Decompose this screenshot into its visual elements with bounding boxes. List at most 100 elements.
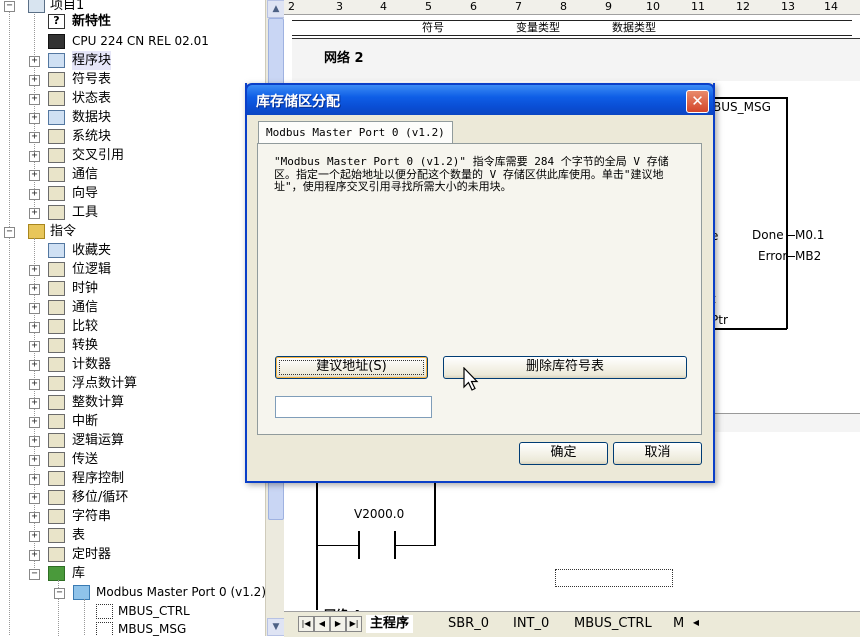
dialog-tab-panel: "Modbus Master Port 0 (v1.2)" 指令库需要 284 … <box>257 143 702 435</box>
tree-item-label: 交叉引用 <box>72 148 125 163</box>
tree-item-label: 状态表 <box>72 91 112 106</box>
instruction-folder-icon <box>48 509 65 524</box>
expand-icon[interactable]: + <box>29 189 40 200</box>
ok-button[interactable]: 确定 <box>519 442 608 465</box>
pin-error: Error <box>758 249 788 263</box>
collapse-icon[interactable]: − <box>4 227 15 238</box>
expand-icon[interactable]: + <box>29 379 40 390</box>
expand-icon[interactable]: + <box>29 417 40 428</box>
expand-icon[interactable]: + <box>29 151 40 162</box>
tab-mbus-ctrl[interactable]: MBUS_CTRL <box>570 615 656 633</box>
instruction-folder-icon <box>48 338 65 353</box>
program-block-icon <box>48 53 65 68</box>
expand-icon[interactable]: + <box>29 531 40 542</box>
expand-icon[interactable]: + <box>29 455 40 466</box>
status-table-icon <box>48 91 65 106</box>
expand-icon[interactable]: + <box>29 341 40 352</box>
contact-address[interactable]: V2000.0 <box>354 507 404 521</box>
collapse-icon[interactable]: − <box>4 1 15 12</box>
scroll-up-icon[interactable]: ▲ <box>267 0 285 18</box>
next-tab-icon[interactable]: ▶ <box>330 616 346 632</box>
instruction-folder-icon <box>48 471 65 486</box>
dialog-title-bar[interactable]: 库存储区分配 ✕ <box>245 83 715 115</box>
instruction-folder-icon <box>48 319 65 334</box>
instruction-folder-icon <box>48 395 65 410</box>
data-block-icon <box>48 110 65 125</box>
system-block-icon <box>48 129 65 144</box>
collapse-icon[interactable]: − <box>29 569 40 580</box>
collapse-icon[interactable]: − <box>54 588 65 599</box>
tab-sbr-0[interactable]: SBR_0 <box>444 615 493 633</box>
expand-icon[interactable]: + <box>29 208 40 219</box>
expand-icon[interactable]: + <box>29 493 40 504</box>
output-done-address[interactable]: M0.1 <box>795 228 824 242</box>
expand-icon[interactable]: + <box>29 436 40 447</box>
tree-item-label: MBUS_MSG <box>118 622 187 636</box>
tab-modbus-master[interactable]: Modbus Master Port 0 (v1.2) <box>258 121 453 144</box>
tree-item-label: 比较 <box>72 319 99 334</box>
first-tab-icon[interactable]: |◀ <box>298 616 314 632</box>
timer-icon <box>48 547 65 562</box>
delete-library-symbol-table-button[interactable]: 删除库符号表 <box>443 356 687 379</box>
expand-icon[interactable]: + <box>29 56 40 67</box>
tree-item-label: 中断 <box>72 414 99 429</box>
tree-item-label: 工具 <box>72 205 99 220</box>
tree-item-label: 符号表 <box>72 72 112 87</box>
expand-icon[interactable]: + <box>29 284 40 295</box>
project-tree[interactable]: − 项目1 ? 新特性 CPU 224 CN REL 02.01 + 程序块 +… <box>0 0 265 636</box>
tree-item-label: 收藏夹 <box>72 243 112 258</box>
tree-item-label: 新特性 <box>72 14 112 29</box>
program-tab-bar: |◀ ◀ ▶ ▶| 主程序 SBR_0 INT_0 MBUS_CTRL M ◀ <box>284 611 860 637</box>
tab-int-0[interactable]: INT_0 <box>509 615 553 633</box>
close-icon[interactable]: ✕ <box>686 90 709 113</box>
library-icon <box>48 566 65 581</box>
network-2-header[interactable]: 网络 2 <box>292 38 860 81</box>
help-icon: ? <box>48 14 65 29</box>
expand-icon[interactable]: + <box>29 322 40 333</box>
tree-item-label: 字符串 <box>72 509 112 524</box>
start-address-input[interactable] <box>275 396 432 418</box>
tools-icon <box>48 205 65 220</box>
pin-done: Done <box>752 228 784 242</box>
tree-item-label: MBUS_CTRL <box>118 604 190 618</box>
subroutine-icon <box>96 622 113 636</box>
instruction-folder-icon <box>48 433 65 448</box>
tree-item-label: 定时器 <box>72 547 112 562</box>
tab-scroll-left-icon[interactable]: ◀ <box>689 616 703 630</box>
expand-icon[interactable]: + <box>29 550 40 561</box>
scroll-down-icon[interactable]: ▼ <box>267 618 285 636</box>
instruction-folder-icon <box>48 376 65 391</box>
tree-item-label: 通信 <box>72 300 99 315</box>
expand-icon[interactable]: + <box>29 75 40 86</box>
expand-icon[interactable]: + <box>29 512 40 523</box>
tree-item-label: 程序控制 <box>72 471 125 486</box>
tree-item-label: 转换 <box>72 338 99 353</box>
block-name: BUS_MSG <box>713 100 771 114</box>
mouse-cursor-icon <box>463 367 479 391</box>
favorites-icon <box>48 243 65 258</box>
expand-icon[interactable]: + <box>29 170 40 181</box>
subroutine-icon <box>96 604 113 619</box>
expand-icon[interactable]: + <box>29 94 40 105</box>
tree-item-label: 数据块 <box>72 110 112 125</box>
instruction-folder-icon <box>48 452 65 467</box>
cancel-button[interactable]: 取消 <box>613 442 702 465</box>
expand-icon[interactable]: + <box>29 303 40 314</box>
last-tab-icon[interactable]: ▶| <box>346 616 362 632</box>
prev-tab-icon[interactable]: ◀ <box>314 616 330 632</box>
expand-icon[interactable]: + <box>29 265 40 276</box>
expand-icon[interactable]: + <box>29 398 40 409</box>
tree-item-label: 传送 <box>72 452 99 467</box>
tree-item-label: 系统块 <box>72 129 112 144</box>
empty-element-box[interactable] <box>555 569 673 587</box>
expand-icon[interactable]: + <box>29 474 40 485</box>
tab-main-program[interactable]: 主程序 <box>366 615 414 633</box>
tree-item-label: 向导 <box>72 186 99 201</box>
tab-mbus-msg[interactable]: M <box>669 615 688 633</box>
suggest-address-button[interactable]: 建议地址(S) <box>275 356 428 379</box>
output-error-address[interactable]: MB2 <box>795 249 821 263</box>
expand-icon[interactable]: + <box>29 360 40 371</box>
tree-item-label: 通信 <box>72 167 99 182</box>
expand-icon[interactable]: + <box>29 113 40 124</box>
expand-icon[interactable]: + <box>29 132 40 143</box>
